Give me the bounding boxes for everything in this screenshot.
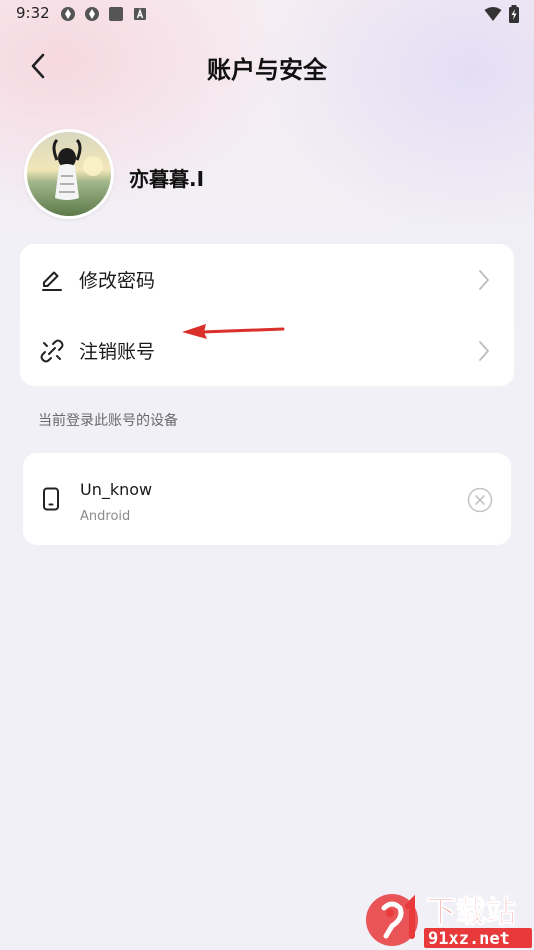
wifi-icon (484, 6, 502, 26)
devices-caption: 当前登录此账号的设备 (38, 413, 178, 429)
svg-text:91xz.net: 91xz.net (428, 929, 510, 949)
device-name: Un_know (80, 480, 153, 499)
status-time: 9:32 (16, 4, 50, 22)
close-circle-icon (467, 487, 493, 513)
app-square-icon (108, 6, 124, 22)
device-item: Un_know Android (23, 453, 511, 545)
page-title: 账户与安全 (207, 56, 327, 84)
watermark-logo: 下载站 91xz.net (362, 886, 534, 950)
username: 亦暮暮.I (129, 167, 205, 191)
cancel-account-label: 注销账号 (79, 341, 156, 363)
chevron-right-icon (476, 339, 492, 363)
phone-icon (41, 487, 61, 511)
sync-icon (84, 6, 100, 22)
change-password-row[interactable]: 修改密码 (20, 244, 514, 315)
sync-icon (60, 6, 76, 22)
a-box-icon (132, 6, 148, 22)
pencil-icon (40, 268, 64, 292)
broken-link-icon (40, 339, 64, 363)
device-os: Android (80, 509, 131, 524)
status-notifications (60, 6, 148, 22)
status-system-icons (484, 5, 520, 27)
avatar[interactable] (24, 129, 114, 219)
remove-device-button[interactable] (467, 487, 493, 513)
battery-charging-icon (508, 5, 520, 27)
account-security-menu: 修改密码 注销账号 (20, 244, 514, 386)
chevron-right-icon (476, 268, 492, 292)
status-bar: 9:32 (0, 0, 534, 28)
svg-text:下载站: 下载站 (426, 895, 516, 930)
change-password-label: 修改密码 (79, 270, 156, 292)
annotation-arrow (180, 318, 286, 340)
